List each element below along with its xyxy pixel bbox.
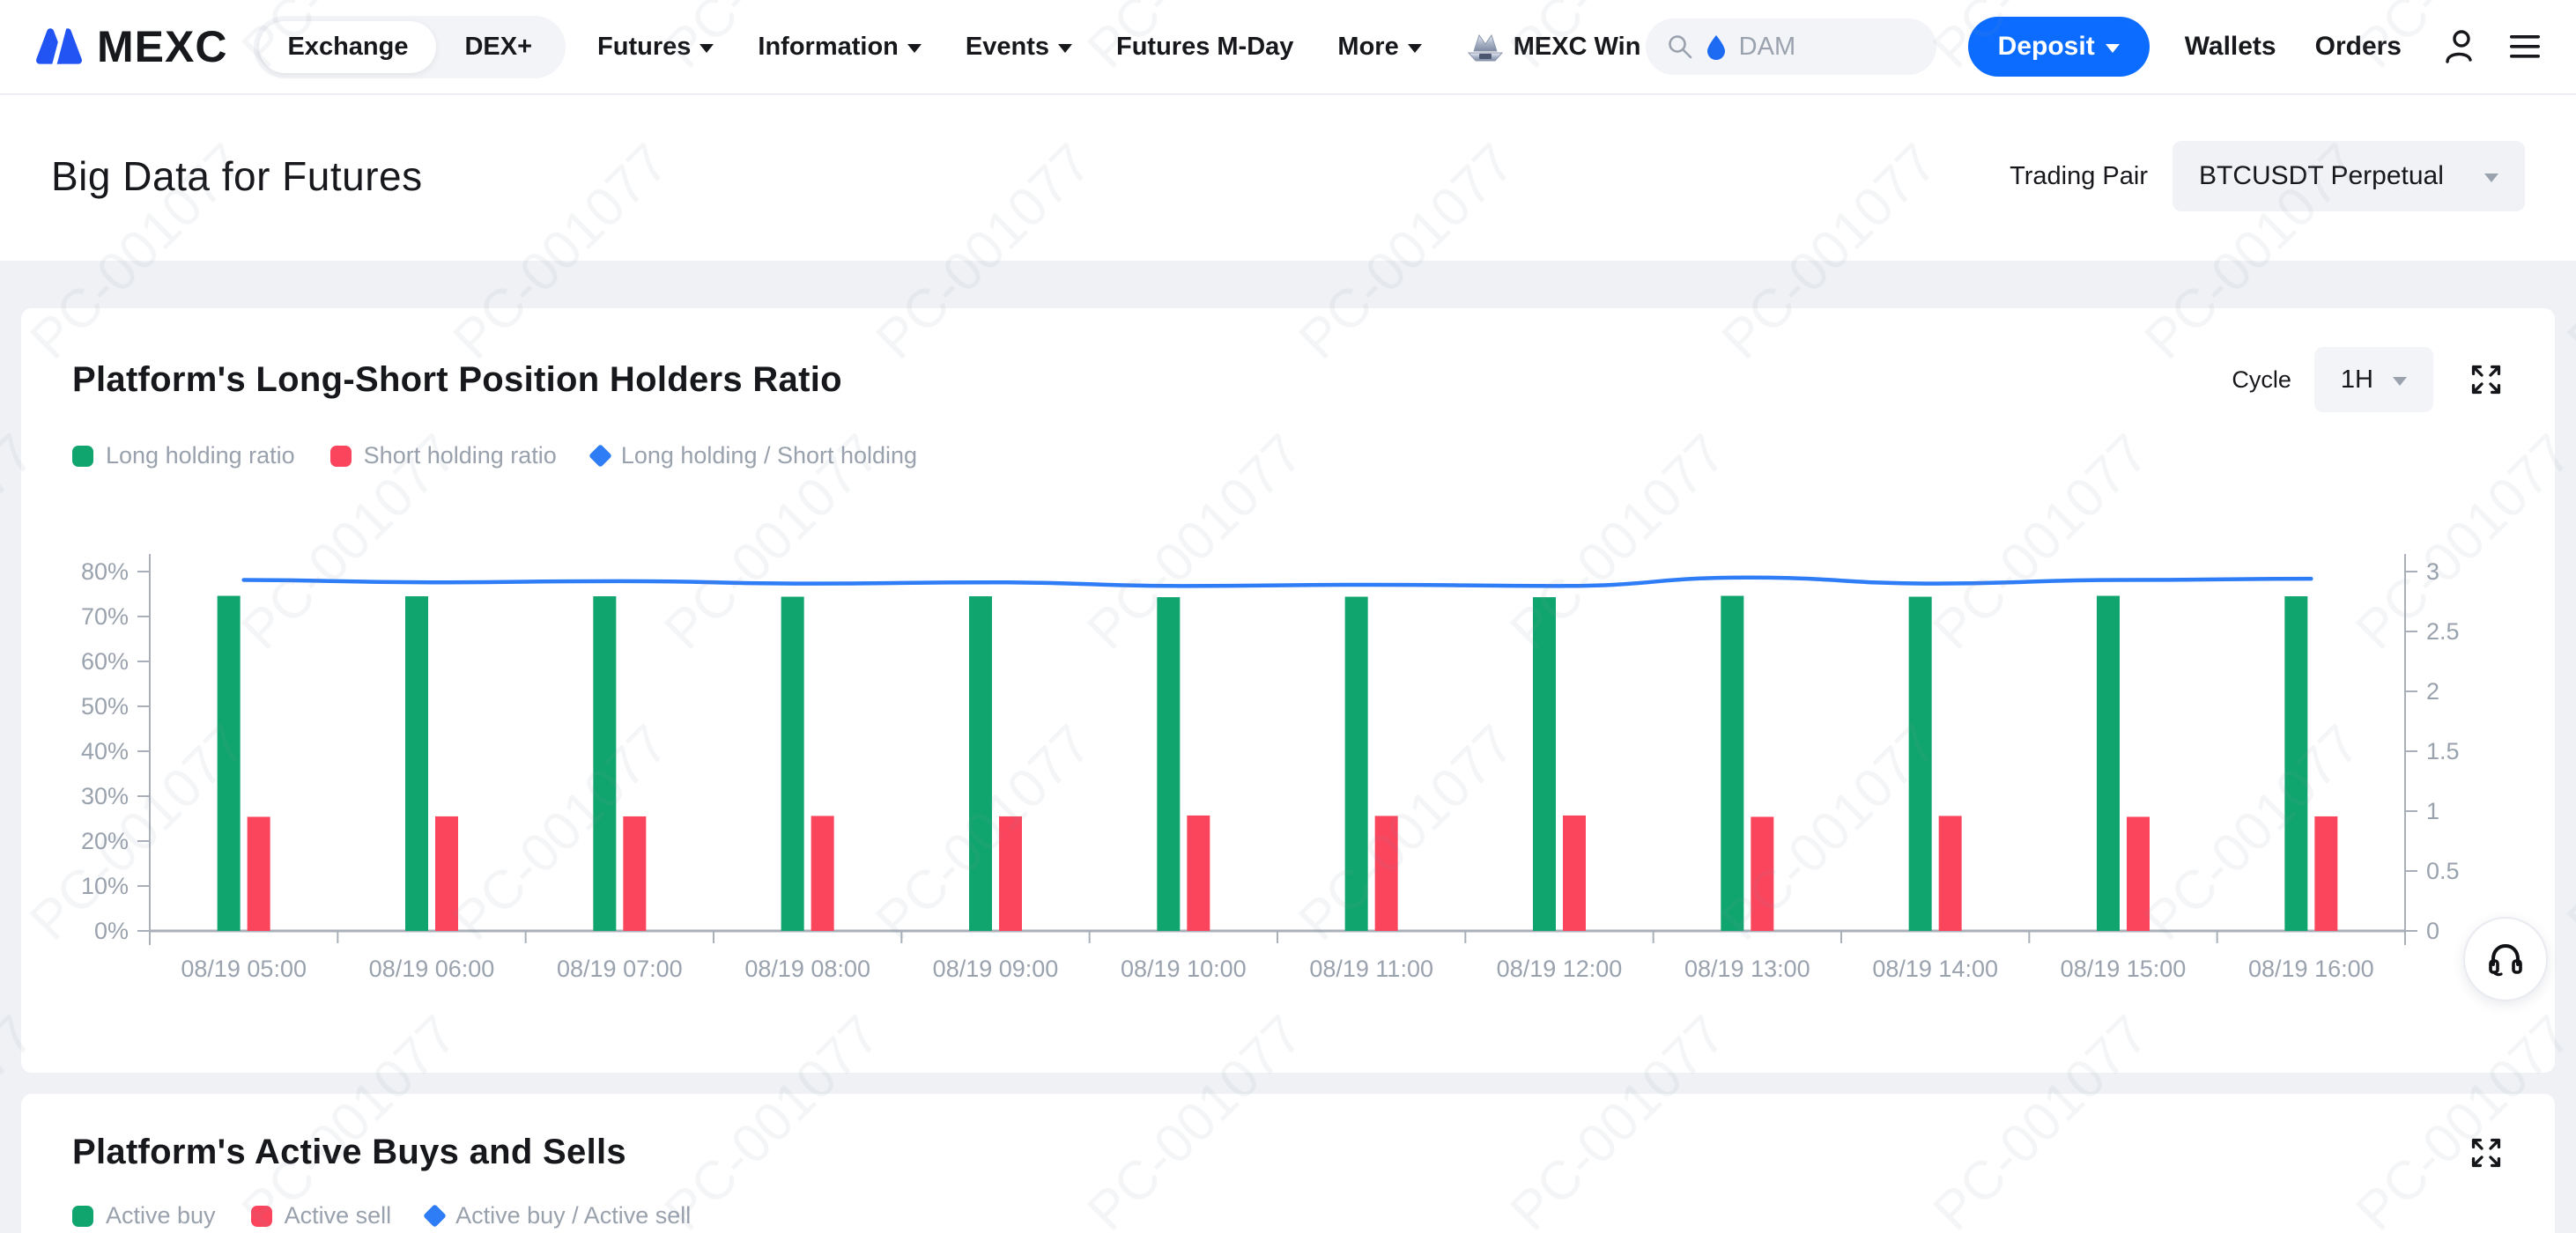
legend-swatch-red [330,446,352,467]
svg-text:1: 1 [2426,798,2439,824]
support-button[interactable] [2463,917,2548,1001]
chevron-down-icon [2106,44,2120,53]
mexc-logo-icon [33,24,85,70]
svg-text:2.5: 2.5 [2426,618,2460,645]
svg-text:2: 2 [2426,678,2439,705]
mexc-logo[interactable]: MEXC [33,21,227,72]
svg-text:1.5: 1.5 [2426,738,2460,764]
expand-icon [2469,362,2504,397]
svg-text:08/19 07:00: 08/19 07:00 [557,956,683,982]
trading-pair-select[interactable]: BTCUSDT Perpetual [2173,141,2525,211]
chevron-down-icon [700,44,714,53]
legend-buy-sell-ratio[interactable]: Active buy / Active sell [426,1202,691,1229]
cycle-select[interactable]: 1H [2314,347,2433,412]
svg-text:08/19 13:00: 08/19 13:00 [1684,956,1810,982]
toggle-dex[interactable]: DEX+ [436,21,560,73]
page-title: Big Data for Futures [51,152,423,200]
svg-text:08/19 15:00: 08/19 15:00 [2061,956,2187,982]
long-short-ratio-chart[interactable]: 0% 10% 20% 30% 40% 50% 60% 70% 80% 0 0.5 1 1.5 2 2.5 3 0… [51,492,2525,1012]
deposit-button[interactable]: Deposit [1968,17,2150,77]
svg-text:50%: 50% [81,693,129,720]
nav-mexc-win[interactable]: MEXC Win [1466,27,1641,66]
svg-text:08/19 06:00: 08/19 06:00 [369,956,495,982]
account-button[interactable] [2440,28,2477,65]
mexc-win-crown-icon [1466,27,1505,66]
search-placeholder: DAM [1739,33,1795,62]
hamburger-icon [2507,32,2543,62]
nav-more[interactable]: More [1337,33,1421,62]
trading-pair-group: Trading Pair BTCUSDT Perpetual [2010,141,2525,211]
svg-text:30%: 30% [81,783,129,809]
svg-text:0%: 0% [94,918,129,944]
svg-text:08/19 08:00: 08/19 08:00 [744,956,870,982]
svg-text:08/19 09:00: 08/19 09:00 [933,956,1059,982]
svg-text:10%: 10% [81,873,129,899]
svg-text:80%: 80% [81,558,129,585]
legend-short-holding[interactable]: Short holding ratio [330,442,557,469]
token-drop-icon [1706,33,1727,60]
svg-text:08/19 14:00: 08/19 14:00 [1872,956,1998,982]
svg-text:08/19 12:00: 08/19 12:00 [1497,956,1623,982]
chevron-down-icon [907,44,922,53]
legend-active-buy[interactable]: Active buy [72,1202,216,1229]
card1-title: Platform's Long-Short Position Holders R… [72,360,842,400]
main-nav: Futures Information Events Futures M-Day… [597,27,1640,66]
cycle-value: 1H [2341,365,2373,395]
search-icon [1667,33,1693,60]
toggle-exchange[interactable]: Exchange [259,21,436,73]
nav-information[interactable]: Information [758,33,922,62]
legend-swatch-green [72,1206,93,1227]
chevron-down-icon [2393,377,2407,386]
wallets-link[interactable]: Wallets [2185,32,2276,62]
card1-legend: Long holding ratio Short holding ratio L… [72,442,2525,469]
chevron-down-icon [1408,44,1422,53]
svg-text:08/19 05:00: 08/19 05:00 [181,956,307,982]
trading-pair-label: Trading Pair [2010,162,2148,191]
legend-ratio-line[interactable]: Long holding / Short holding [592,442,917,469]
active-buys-sells-card: Platform's Active Buys and Sells [21,1094,2555,1233]
svg-text:40%: 40% [81,738,129,764]
content-area: Platform's Long-Short Position Holders R… [0,261,2576,1233]
legend-swatch-green [72,446,93,467]
card2-legend: Active buy Active sell Active buy / Acti… [72,1202,2525,1229]
fullscreen-button[interactable] [2469,362,2504,397]
fullscreen-button[interactable] [2469,1135,2504,1170]
card2-title: Platform's Active Buys and Sells [72,1133,626,1172]
chevron-down-icon [1058,44,1072,53]
legend-swatch-blue-diamond [423,1204,447,1228]
trading-pair-value: BTCUSDT Perpetual [2199,161,2444,191]
svg-text:70%: 70% [81,603,129,630]
svg-text:20%: 20% [81,828,129,854]
headset-icon [2484,938,2527,980]
page-header: Big Data for Futures Trading Pair BTCUSD… [0,95,2576,261]
nav-events[interactable]: Events [966,33,1072,62]
legend-long-holding[interactable]: Long holding ratio [72,442,295,469]
svg-text:60%: 60% [81,648,129,675]
chevron-down-icon [2484,174,2498,182]
legend-active-sell[interactable]: Active sell [251,1202,392,1229]
top-navbar: MEXC Exchange DEX+ Futures Information E… [0,0,2576,95]
exchange-dex-toggle: Exchange DEX+ [254,16,566,78]
orders-link[interactable]: Orders [2315,32,2402,62]
svg-text:0.5: 0.5 [2426,858,2460,884]
svg-text:08/19 10:00: 08/19 10:00 [1121,956,1247,982]
expand-icon [2469,1135,2504,1170]
svg-text:3: 3 [2426,558,2439,585]
svg-text:08/19 16:00: 08/19 16:00 [2248,956,2374,982]
logo-wordmark: MEXC [97,21,227,72]
long-short-ratio-card: Platform's Long-Short Position Holders R… [21,308,2555,1073]
nav-futures-mday[interactable]: Futures M-Day [1116,33,1293,62]
svg-text:0: 0 [2426,918,2439,944]
user-icon [2440,28,2477,65]
legend-swatch-red [251,1206,272,1227]
svg-text:08/19 11:00: 08/19 11:00 [1309,956,1433,982]
menu-button[interactable] [2507,32,2543,62]
nav-futures[interactable]: Futures [597,33,714,62]
search-input[interactable]: DAM [1646,18,1936,75]
legend-swatch-blue-diamond [588,444,612,468]
cycle-label: Cycle [2232,366,2291,394]
